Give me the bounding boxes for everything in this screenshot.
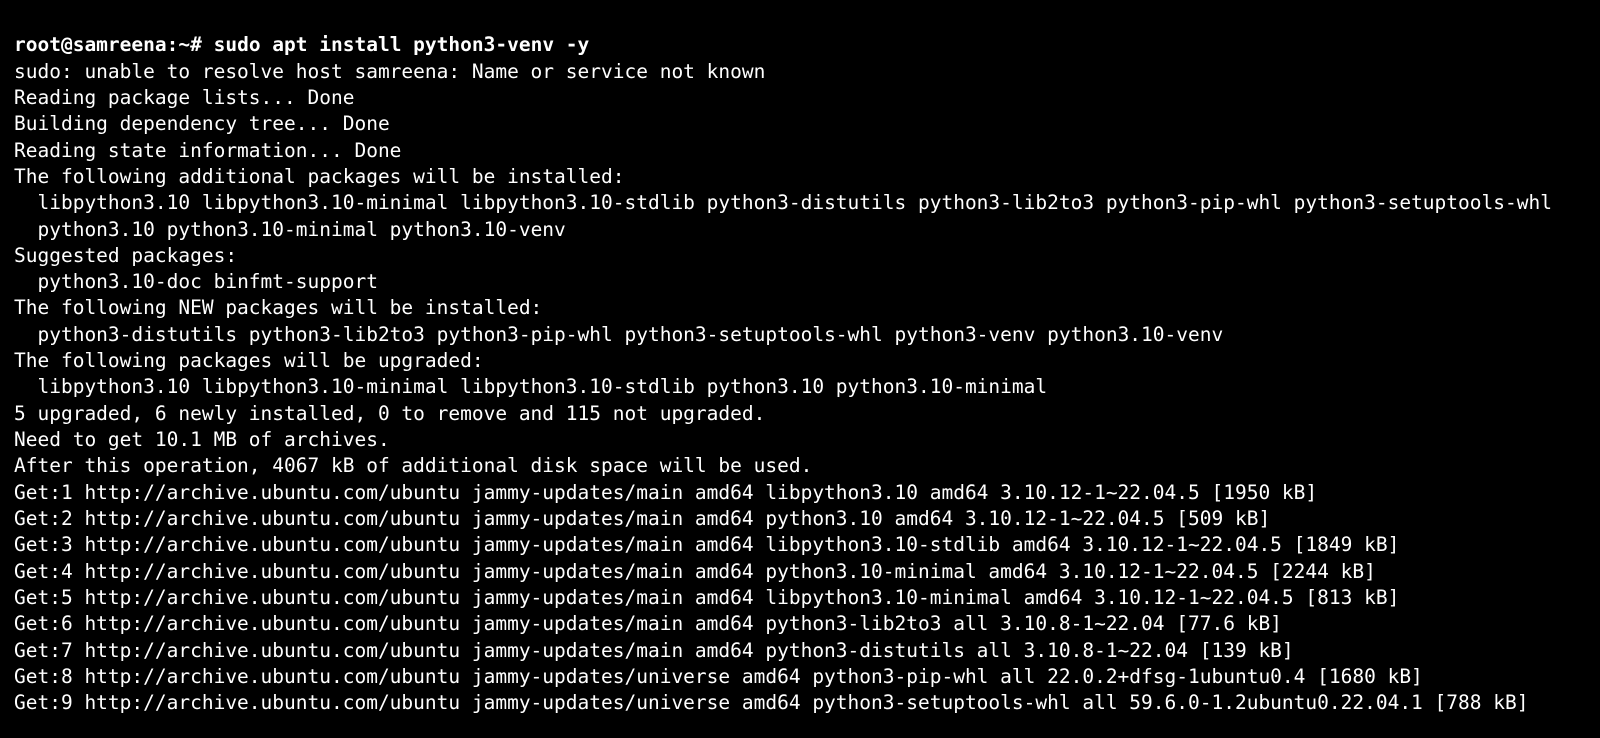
output-line: Get:8 http://archive.ubuntu.com/ubuntu j…: [14, 664, 1586, 690]
output-line: Get:3 http://archive.ubuntu.com/ubuntu j…: [14, 532, 1586, 558]
output-line: Get:9 http://archive.ubuntu.com/ubuntu j…: [14, 690, 1586, 716]
output-line: Building dependency tree... Done: [14, 111, 1586, 137]
output-line: Get:2 http://archive.ubuntu.com/ubuntu j…: [14, 506, 1586, 532]
output-line: sudo: unable to resolve host samreena: N…: [14, 59, 1586, 85]
output-line: Get:7 http://archive.ubuntu.com/ubuntu j…: [14, 638, 1586, 664]
output-line: Need to get 10.1 MB of archives.: [14, 427, 1586, 453]
output-line: Reading state information... Done: [14, 138, 1586, 164]
output-line: libpython3.10 libpython3.10-minimal libp…: [14, 374, 1586, 400]
output-line: Get:4 http://archive.ubuntu.com/ubuntu j…: [14, 559, 1586, 585]
output-line: The following NEW packages will be insta…: [14, 295, 1586, 321]
typed-command: sudo apt install python3-venv -y: [214, 33, 590, 56]
output-line: libpython3.10 libpython3.10-minimal libp…: [14, 190, 1586, 216]
output-line: After this operation, 4067 kB of additio…: [14, 453, 1586, 479]
output-line: python3.10-doc binfmt-support: [14, 269, 1586, 295]
output-line: Get:5 http://archive.ubuntu.com/ubuntu j…: [14, 585, 1586, 611]
output-line: python3-distutils python3-lib2to3 python…: [14, 322, 1586, 348]
output-line: Get:6 http://archive.ubuntu.com/ubuntu j…: [14, 611, 1586, 637]
output-line: Get:1 http://archive.ubuntu.com/ubuntu j…: [14, 480, 1586, 506]
output-line: python3.10 python3.10-minimal python3.10…: [14, 217, 1586, 243]
output-line: Reading package lists... Done: [14, 85, 1586, 111]
output-line: 5 upgraded, 6 newly installed, 0 to remo…: [14, 401, 1586, 427]
output-line: The following packages will be upgraded:: [14, 348, 1586, 374]
output-line: The following additional packages will b…: [14, 164, 1586, 190]
output-line: Suggested packages:: [14, 243, 1586, 269]
command-line: root@samreena:~# sudo apt install python…: [14, 32, 1586, 58]
terminal-output[interactable]: root@samreena:~# sudo apt install python…: [0, 0, 1600, 738]
shell-prompt: root@samreena:~#: [14, 33, 214, 56]
